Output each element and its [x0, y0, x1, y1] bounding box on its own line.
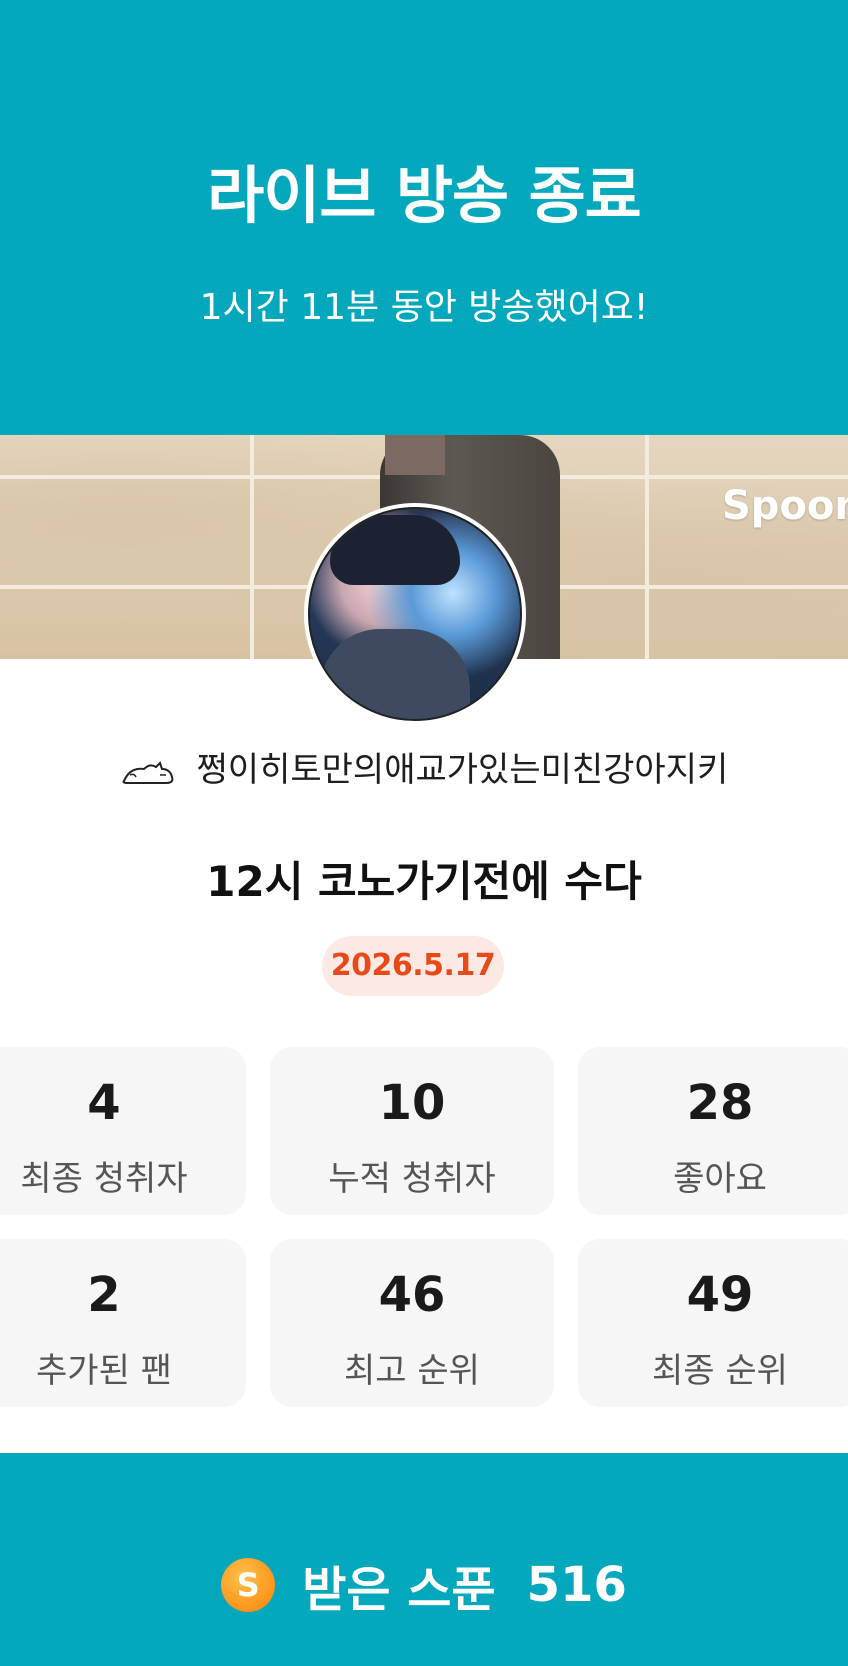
header: 라이브 방송 종료 1시간 11분 동안 방송했어요!	[0, 0, 848, 435]
banner-photo-blur	[385, 435, 445, 475]
stat-value: 46	[378, 1267, 446, 1323]
spoon-coin-icon: S	[221, 1558, 276, 1612]
stat-label: 좋아요	[673, 1159, 767, 1199]
sleeping-cat-icon	[120, 757, 178, 787]
page-title: 라이브 방송 종료	[207, 159, 641, 232]
received-spoon-count: 516	[526, 1557, 627, 1613]
stat-card-final-listeners: 4 최종 청취자	[0, 1047, 246, 1215]
stat-value: 28	[686, 1075, 754, 1131]
stat-label: 최종 청취자	[20, 1159, 188, 1199]
stat-value: 2	[87, 1267, 121, 1323]
stat-card-new-fans: 2 추가된 팬	[0, 1239, 246, 1407]
stat-label: 최고 순위	[344, 1351, 480, 1391]
stat-card-likes: 28 좋아요	[578, 1047, 848, 1215]
stat-card-total-listeners: 10 누적 청취자	[270, 1047, 554, 1215]
received-spoon-summary: S 받은 스푼 516	[0, 1550, 848, 1620]
stat-card-best-rank: 46 최고 순위	[270, 1239, 554, 1407]
stat-value: 49	[686, 1267, 754, 1323]
live-title: 12시 코노가기전에 수다	[206, 857, 642, 906]
stat-label: 누적 청취자	[328, 1159, 496, 1199]
nickname: 쩡이히토만의애교가있는미친강아지키	[0, 742, 848, 791]
stat-label: 최종 순위	[652, 1351, 788, 1391]
banner-brand-text: Spoon	[722, 483, 848, 529]
stat-card-final-rank: 49 최종 순위	[578, 1239, 848, 1407]
avatar[interactable]	[304, 503, 526, 725]
stat-value: 4	[87, 1075, 121, 1131]
stat-label: 추가된 팬	[36, 1351, 172, 1391]
avatar-image	[308, 507, 522, 721]
received-spoon-label: 받은 스푼	[302, 1562, 496, 1618]
stat-value: 10	[378, 1075, 446, 1131]
date-badge: 2026.5.17	[322, 936, 504, 996]
broadcast-duration: 1시간 11분 동안 방송했어요!	[199, 287, 649, 328]
nickname-text: 쩡이히토만의애교가있는미친강아지키	[196, 750, 729, 790]
